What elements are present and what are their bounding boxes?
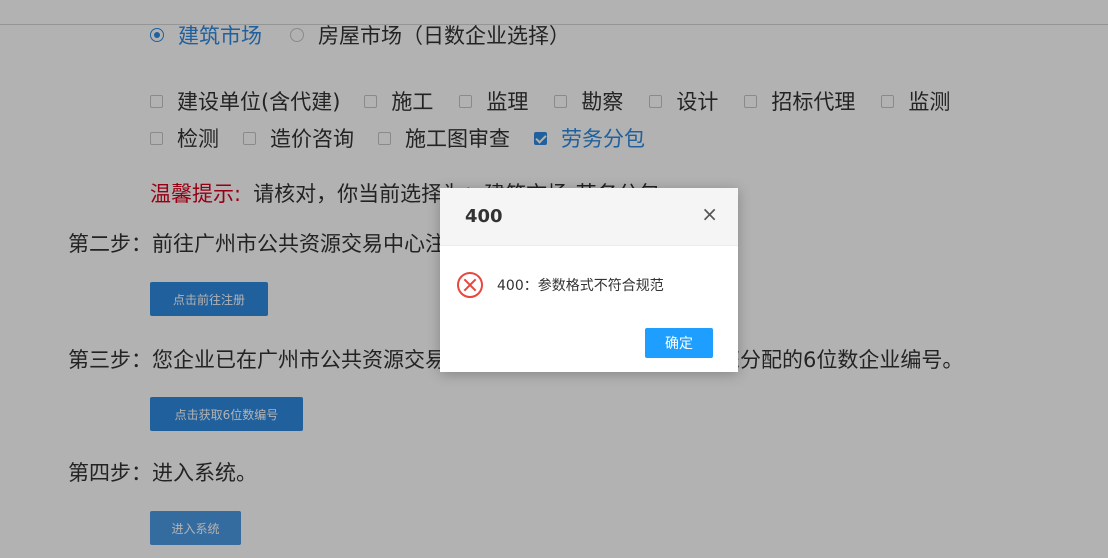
error-x-icon — [457, 272, 483, 298]
confirm-button[interactable]: 确定 — [645, 328, 713, 358]
page: 建筑市场 房屋市场（日数企业选择） 建设单位(含代建) 施工 监理 勘察 设计 — [0, 0, 1108, 558]
dialog-title: 400 — [465, 206, 503, 227]
dialog-message: 400：参数格式不符合规范 — [497, 278, 664, 294]
dialog-body: 400：参数格式不符合规范 — [457, 272, 664, 298]
error-dialog: 400 × 400：参数格式不符合规范 确定 — [440, 188, 738, 372]
close-icon[interactable]: × — [701, 202, 718, 226]
dialog-header: 400 × — [440, 188, 738, 246]
